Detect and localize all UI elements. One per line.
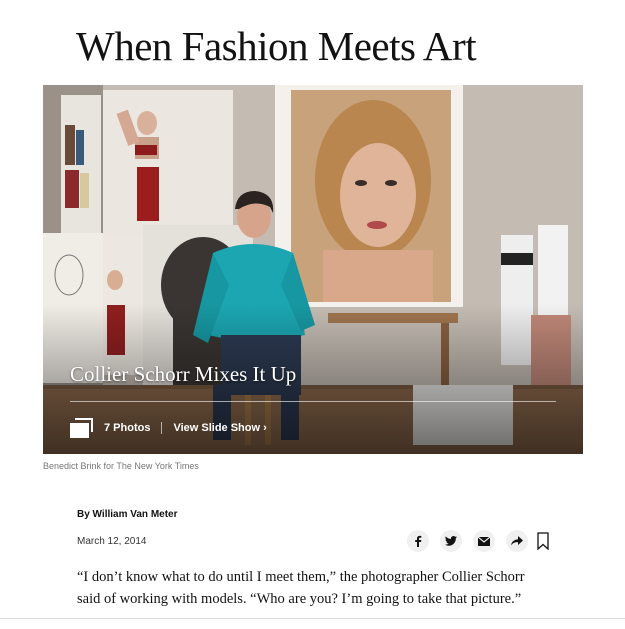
bookmark-icon[interactable]	[537, 532, 549, 550]
photo-credit: Benedict Brink for The New York Times	[43, 461, 199, 471]
photos-stack-icon	[70, 418, 94, 438]
facebook-share-button[interactable]	[407, 530, 429, 552]
facebook-icon	[415, 535, 422, 547]
share-arrow-icon	[511, 536, 523, 546]
article-body-paragraph: “I don’t know what to do until I meet th…	[77, 569, 525, 607]
page-bottom-edge	[0, 618, 625, 629]
view-slideshow-link[interactable]: View Slide Show ›	[173, 422, 266, 434]
more-share-button[interactable]	[506, 530, 528, 552]
article-headline: When Fashion Meets Art	[76, 23, 477, 69]
slideshow-meta: 7 Photos View Slide Show ›	[70, 417, 267, 439]
slideshow-title[interactable]: Collier Schorr Mixes It Up	[70, 362, 296, 387]
byline: By William Van Meter	[77, 509, 178, 520]
photo-count: 7 Photos	[104, 422, 151, 434]
share-tools	[407, 530, 549, 552]
email-share-button[interactable]	[473, 530, 495, 552]
lead-photo-slideshow[interactable]: Collier Schorr Mixes It Up 7 Photos View…	[43, 85, 583, 454]
author-name[interactable]: By William Van Meter	[77, 509, 178, 520]
twitter-icon	[445, 536, 457, 546]
publish-date: March 12, 2014	[77, 536, 147, 547]
twitter-share-button[interactable]	[440, 530, 462, 552]
email-icon	[478, 536, 490, 546]
meta-separator	[161, 422, 163, 434]
slideshow-divider	[70, 401, 556, 402]
